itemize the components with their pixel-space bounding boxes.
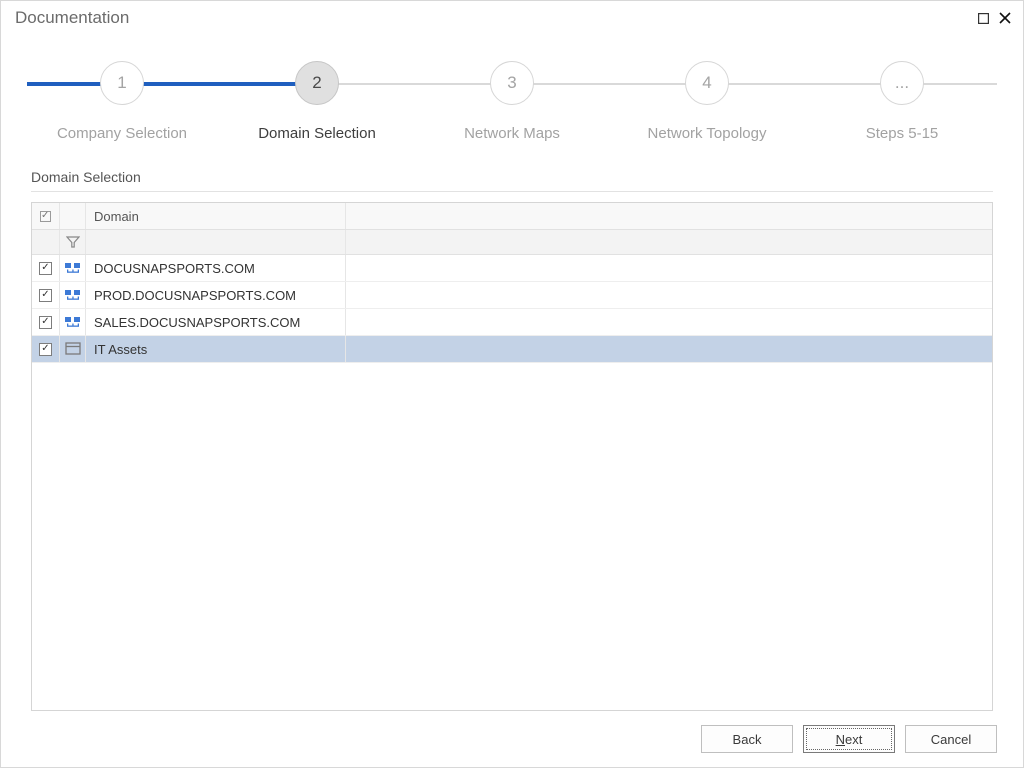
- row-icon: [60, 255, 86, 281]
- step-3[interactable]: 3 Network Maps: [417, 45, 607, 142]
- row-domain-name: PROD.DOCUSNAPSPORTS.COM: [86, 282, 346, 308]
- checkbox-icon: ✓: [39, 289, 52, 302]
- step-circle: 4: [685, 61, 729, 105]
- assets-icon: [65, 342, 81, 356]
- domain-icon: [65, 262, 81, 275]
- row-spacer: [346, 336, 992, 362]
- grid-filter-row: [32, 230, 992, 255]
- grid-header: Domain: [32, 203, 992, 230]
- step-circle: 2: [295, 61, 339, 105]
- row-icon: [60, 282, 86, 308]
- step-2[interactable]: 2 Domain Selection: [222, 45, 412, 142]
- table-row[interactable]: ✓ IT Assets: [32, 336, 992, 363]
- step-label: Steps 5-15: [807, 125, 997, 142]
- cancel-button[interactable]: Cancel: [905, 725, 997, 753]
- header-icon-col: [60, 203, 86, 229]
- row-domain-name: SALES.DOCUSNAPSPORTS.COM: [86, 309, 346, 335]
- funnel-icon: [66, 235, 80, 249]
- step-circle: ...: [880, 61, 924, 105]
- checkbox-icon: ✓: [39, 316, 52, 329]
- section-rule: [31, 191, 993, 192]
- row-domain-name: IT Assets: [86, 336, 346, 362]
- table-row[interactable]: ✓ PROD.DOCUSNAPSPORTS.COM: [32, 282, 992, 309]
- row-icon: [60, 336, 86, 362]
- row-checkbox[interactable]: ✓: [32, 255, 60, 281]
- dialog-footer: Back Next Cancel: [1, 711, 1023, 767]
- step-circle: 3: [490, 61, 534, 105]
- checkbox-icon: [40, 211, 51, 222]
- section-title: Domain Selection: [31, 169, 993, 185]
- stepper-steps: 1 Company Selection 2 Domain Selection 3…: [27, 45, 997, 142]
- grid-body: Domain ✓: [32, 203, 992, 710]
- row-spacer: [346, 255, 992, 281]
- step-1[interactable]: 1 Company Selection: [27, 45, 217, 142]
- filter-domain-cell[interactable]: [86, 230, 346, 254]
- row-spacer: [346, 309, 992, 335]
- domain-icon: [65, 316, 81, 329]
- back-button[interactable]: Back: [701, 725, 793, 753]
- row-spacer: [346, 282, 992, 308]
- maximize-button[interactable]: [975, 10, 991, 26]
- checkbox-icon: ✓: [39, 343, 52, 356]
- dialog-window: Documentation 1 Company Selection 2 Doma…: [0, 0, 1024, 768]
- filter-rest-cell[interactable]: [346, 230, 992, 254]
- titlebar: Documentation: [1, 1, 1023, 35]
- row-icon: [60, 309, 86, 335]
- header-domain[interactable]: Domain: [86, 203, 346, 229]
- step-label: Network Maps: [417, 125, 607, 142]
- header-select-all[interactable]: [32, 203, 60, 229]
- next-rest: ext: [845, 732, 862, 747]
- table-row[interactable]: ✓ SALES.DOCUSNAPSPORTS.COM: [32, 309, 992, 336]
- header-spacer: [346, 203, 992, 229]
- row-checkbox[interactable]: ✓: [32, 336, 60, 362]
- window-title: Documentation: [15, 8, 969, 28]
- domain-grid: Domain ✓: [31, 202, 993, 711]
- filter-funnel[interactable]: [60, 230, 86, 254]
- step-4[interactable]: 4 Network Topology: [612, 45, 802, 142]
- step-more[interactable]: ... Steps 5-15: [807, 45, 997, 142]
- wizard-stepper: 1 Company Selection 2 Domain Selection 3…: [27, 45, 997, 155]
- row-domain-name: DOCUSNAPSPORTS.COM: [86, 255, 346, 281]
- next-button[interactable]: Next: [803, 725, 895, 753]
- table-row[interactable]: ✓ DOCUSNAPSPORTS.COM: [32, 255, 992, 282]
- close-button[interactable]: [997, 10, 1013, 26]
- step-label: Company Selection: [27, 125, 217, 142]
- checkbox-icon: ✓: [39, 262, 52, 275]
- domain-icon: [65, 289, 81, 302]
- filter-chk-cell: [32, 230, 60, 254]
- row-checkbox[interactable]: ✓: [32, 309, 60, 335]
- next-mnemonic: N: [836, 732, 845, 747]
- step-label: Network Topology: [612, 125, 802, 142]
- step-circle: 1: [100, 61, 144, 105]
- step-label: Domain Selection: [222, 125, 412, 142]
- row-checkbox[interactable]: ✓: [32, 282, 60, 308]
